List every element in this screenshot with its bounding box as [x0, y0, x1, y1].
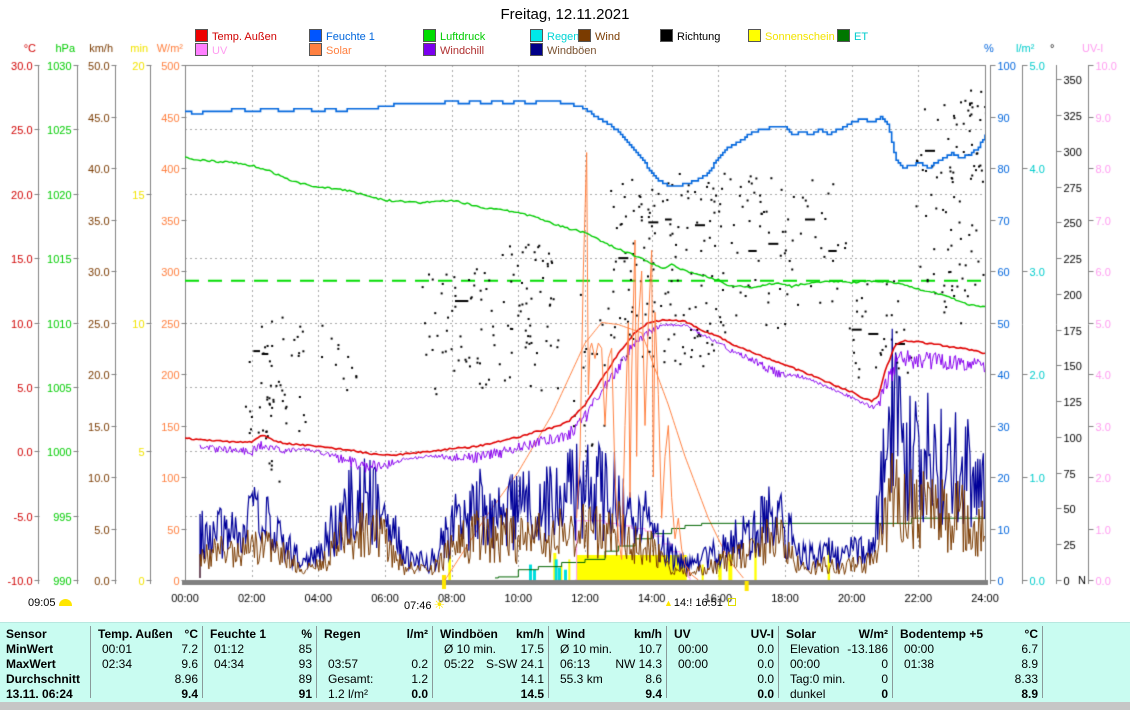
table-column-name: Temp. Außen — [98, 627, 173, 641]
table-cell-time: Ø 10 min. — [444, 642, 496, 656]
table-column-divider — [666, 626, 667, 698]
table-cell-time: 55.3 km — [560, 672, 603, 686]
sun-icon: ☀ — [434, 597, 446, 612]
table-column-name: Bodentemp +5 — [900, 627, 983, 641]
table-cell-time: Ø 10 min. — [560, 642, 612, 656]
table-column-divider — [316, 626, 317, 698]
table-cell-value: 85 — [299, 642, 312, 656]
table-cell-value: 9.4 — [181, 687, 198, 701]
table-column-name: Solar — [786, 627, 816, 641]
table-cell-value: 9.6 — [181, 657, 198, 671]
table-cell-value: 6.7 — [1021, 642, 1038, 656]
table-cell-time: 01:12 — [214, 642, 244, 656]
table-cell-value: 89 — [299, 672, 312, 686]
table-column-name: Feuchte 1 — [210, 627, 266, 641]
moonset-annotation: 09:05 — [28, 597, 72, 609]
table-column-unit: °C — [1025, 627, 1038, 641]
table-column-unit: °C — [185, 627, 198, 641]
moonrise-icon: ▲ — [664, 598, 673, 608]
moonset-time: 09:05 — [28, 597, 56, 609]
table-cell-time: dunkel — [790, 687, 825, 701]
table-cell-value: 8.33 — [1015, 672, 1038, 686]
table-cell-value: 0.0 — [757, 642, 774, 656]
table-column-divider — [432, 626, 433, 698]
table-row-label: Sensor — [6, 627, 47, 641]
table-cell-time: 00:00 — [904, 642, 934, 656]
weather-chart-canvas — [0, 0, 1130, 620]
table-row-label: 13.11. 06:24 — [6, 687, 73, 701]
table-cell-time: 04:34 — [214, 657, 244, 671]
table-cell-time: 01:38 — [904, 657, 934, 671]
table-cell-value: 0.0 — [411, 687, 428, 701]
table-column-divider — [90, 626, 91, 698]
table-column-divider — [892, 626, 893, 698]
table-cell-value: 8.9 — [1021, 687, 1038, 701]
table-cell-time: 00:00 — [790, 657, 820, 671]
table-column-unit: l/m² — [407, 627, 428, 641]
table-cell-value: 8.96 — [175, 672, 198, 686]
table-column-name: Windböen — [440, 627, 498, 641]
table-column-divider — [548, 626, 549, 698]
table-cell-value: 9.4 — [645, 687, 662, 701]
table-cell-time: 1.2 l/m² — [328, 687, 368, 701]
table-cell-value: 0 — [881, 657, 888, 671]
table-column-unit: % — [301, 627, 312, 641]
sunrise-annotation: 07:46☀ — [404, 597, 445, 613]
table-cell-time: 00:00 — [678, 657, 708, 671]
table-cell-value: 0 — [881, 687, 888, 701]
table-column-name: Wind — [556, 627, 585, 641]
table-cell-value: -13.186 — [847, 642, 888, 656]
table-row-label: MinWert — [6, 642, 53, 656]
table-column-divider — [1042, 626, 1043, 698]
table-column-divider — [778, 626, 779, 698]
table-row-label: Durchschnitt — [6, 672, 80, 686]
table-cell-value: NW 14.3 — [615, 657, 662, 671]
table-cell-time: 00:01 — [102, 642, 132, 656]
table-cell-time: Gesamt: — [328, 672, 373, 686]
table-column-unit: W/m² — [859, 627, 888, 641]
table-column-divider — [202, 626, 203, 698]
table-cell-value: 8.9 — [1021, 657, 1038, 671]
table-cell-value: 0.0 — [757, 672, 774, 686]
table-cell-value: 0 — [881, 672, 888, 686]
page-title: Freitag, 12.11.2021 — [0, 6, 1130, 23]
table-cell-time: 00:00 — [678, 642, 708, 656]
table-cell-value: 14.1 — [521, 672, 544, 686]
table-cell-value: 91 — [299, 687, 312, 701]
table-row-label: MaxWert — [6, 657, 56, 671]
moonrise-sunset-annotation: ▲14:! 16:51 — [664, 597, 736, 609]
table-cell-time: 02:34 — [102, 657, 132, 671]
weather-app-window: Freitag, 12.11.2021 Temp. Außen Feuchte 1… — [0, 0, 1130, 710]
table-cell-time: Elevation — [790, 642, 839, 656]
table-cell-time: 06:13 — [560, 657, 590, 671]
table-cell-value: S-SW 24.1 — [486, 657, 544, 671]
stats-table: SensorMinWertMaxWertDurchschnitt13.11. 0… — [0, 622, 1130, 703]
table-cell-value: 0.2 — [411, 657, 428, 671]
table-cell-value: 7.2 — [181, 642, 198, 656]
table-column-unit: km/h — [634, 627, 662, 641]
table-cell-value: 14.5 — [521, 687, 544, 701]
table-column-unit: km/h — [516, 627, 544, 641]
table-cell-time: Tag:0 min. — [790, 672, 845, 686]
table-column-name: UV — [674, 627, 691, 641]
moonrise-sunset-times: 14:! 16:51 — [674, 597, 723, 609]
table-cell-value: 8.6 — [645, 672, 662, 686]
sunset-square-icon — [728, 598, 736, 606]
table-cell-value: 93 — [299, 657, 312, 671]
table-column-unit: UV-I — [751, 627, 774, 641]
table-column-name: Regen — [324, 627, 361, 641]
table-cell-time: 03:57 — [328, 657, 358, 671]
table-cell-value: 1.2 — [411, 672, 428, 686]
table-cell-value: 0.0 — [757, 687, 774, 701]
table-cell-value: 17.5 — [521, 642, 544, 656]
table-cell-time: 05:22 — [444, 657, 474, 671]
bottom-strip — [0, 702, 1130, 710]
moonset-icon — [59, 599, 72, 606]
sunrise-time: 07:46 — [404, 600, 432, 612]
table-cell-value: 0.0 — [757, 657, 774, 671]
table-cell-value: 10.7 — [639, 642, 662, 656]
